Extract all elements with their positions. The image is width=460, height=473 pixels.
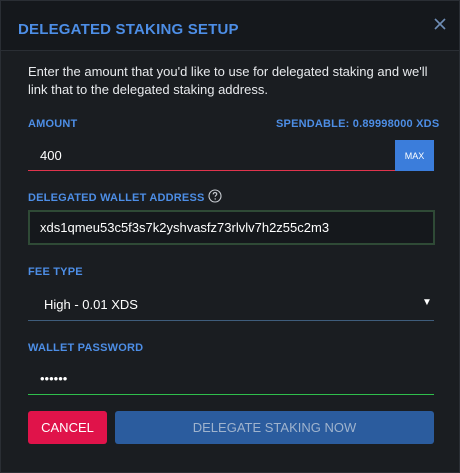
amount-input[interactable] [28,140,395,171]
amount-label: AMOUNT [28,118,78,130]
caret-down-icon: ▼ [422,297,432,308]
max-button[interactable]: MAX [395,140,434,171]
fee-type-value: High - 0.01 XDS [44,297,138,312]
help-circle-icon[interactable] [208,189,222,203]
wallet-address-label: DELEGATED WALLET ADDRESS [28,192,205,204]
amount-field-group: MAX [28,140,434,171]
dialog-header: DELEGATED STAKING SETUP [1,1,459,51]
intro-text: Enter the amount that you'd like to use … [28,64,428,97]
close-button[interactable] [431,15,449,33]
fee-type-select[interactable]: High - 0.01 XDS ▼ [28,287,434,321]
fee-type-label: FEE TYPE [28,266,83,278]
cancel-button[interactable]: CANCEL [28,411,107,444]
wallet-password-input[interactable] [28,363,434,395]
spendable-balance: SPENDABLE: 0.89998000 XDS [276,118,440,130]
dialog-title: DELEGATED STAKING SETUP [18,21,239,38]
delegated-staking-dialog: DELEGATED STAKING SETUP Enter the amount… [0,0,460,473]
wallet-address-input[interactable] [28,210,435,245]
close-icon [434,18,446,30]
wallet-password-label: WALLET PASSWORD [28,342,144,354]
delegate-staking-button[interactable]: DELEGATE STAKING NOW [115,411,434,444]
